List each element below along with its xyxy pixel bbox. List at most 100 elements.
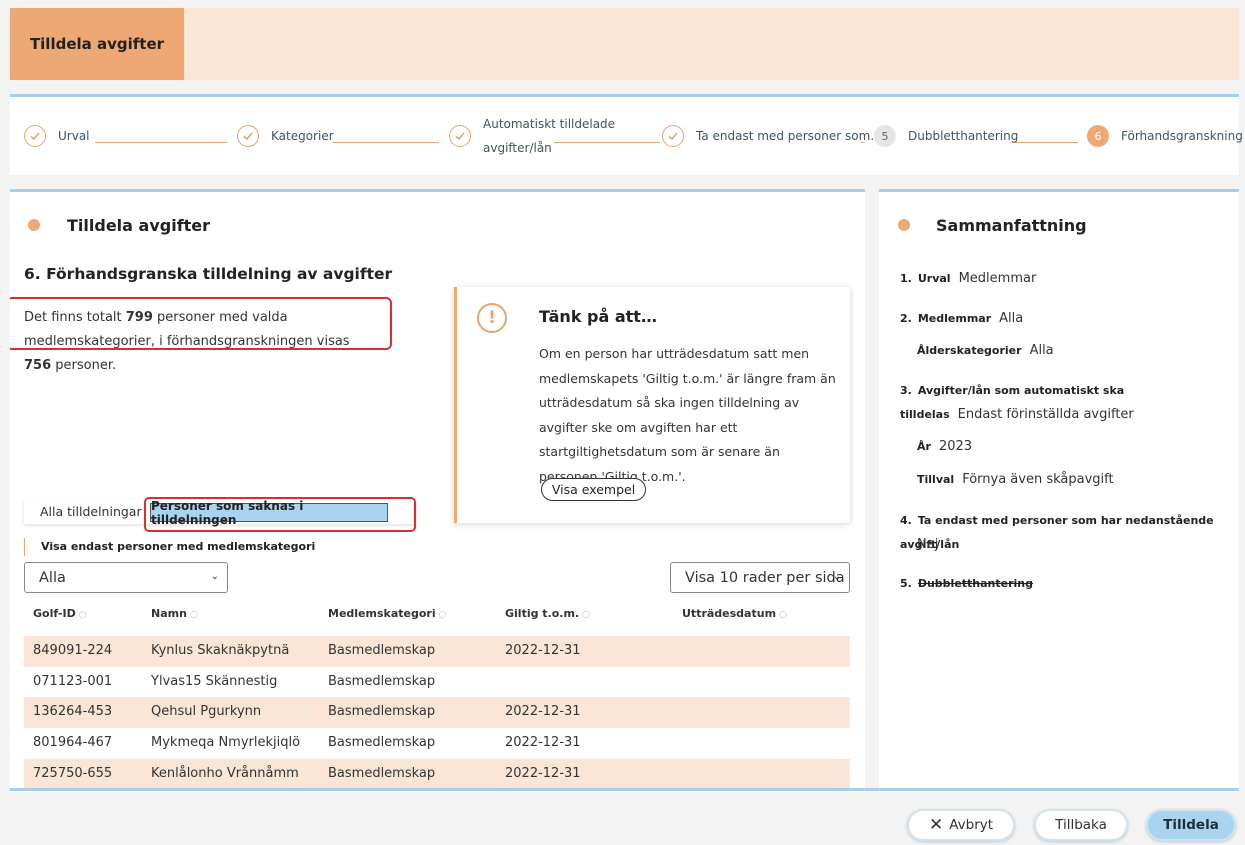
column-header-uttradesdatum[interactable]: Utträdesdatum ○: [682, 607, 787, 620]
show-example-button[interactable]: Visa exempel: [541, 478, 646, 501]
summary-dubbletthantering: 5. Dubbletthantering: [900, 572, 1041, 596]
summary-number: 5.: [900, 577, 912, 590]
summary-value: Förnya även skåpavgift: [962, 472, 1114, 487]
summary-key: Urval: [917, 272, 951, 285]
highlight-frame: [144, 497, 416, 532]
summary-tillval: Tillval Förnya även skåpavgift: [917, 468, 1114, 492]
step-connector: [1012, 142, 1078, 143]
step-ta-endast[interactable]: Ta endast med personer som…: [662, 97, 882, 175]
panel-title: Tilldela avgifter: [67, 216, 211, 235]
step-label: Kategorier: [271, 129, 334, 143]
cell-category: Basmedlemskap: [328, 704, 436, 719]
cell-name: Qehsul Pgurkynn: [151, 704, 262, 719]
category-select-value: Alla: [39, 569, 66, 586]
summary-key: Dubbletthantering: [917, 577, 1034, 590]
column-header-medlemskategori[interactable]: Medlemskategori ○: [328, 607, 446, 620]
summary-urval: 1. Urval Medlemmar: [900, 267, 1036, 291]
summary-value: 2023: [938, 439, 973, 454]
sort-icon: ○: [78, 610, 87, 620]
summary-number: 4.: [900, 514, 912, 527]
cell-valid-to: 2022-12-31: [505, 704, 581, 719]
table-row[interactable]: 849091-224 Kynlus Skaknäkpytnä Basmedlem…: [24, 636, 850, 667]
summary-ta-endast-value: Nej: [917, 537, 939, 552]
info-text: Det finns totalt 799 personer med valda …: [10, 297, 392, 373]
sort-icon: ○: [582, 610, 590, 620]
cell-golf-id: 801964-467: [33, 735, 113, 750]
exclamation-icon: !: [477, 303, 507, 333]
assign-button[interactable]: Tilldela: [1146, 809, 1236, 841]
step-number: 5: [874, 125, 896, 147]
callout-title: Tänk på att…: [539, 307, 657, 326]
step-dubbletthantering[interactable]: 5 Dubbletthantering: [874, 97, 1018, 175]
table-row[interactable]: 071123-001 Ylvas15 Skännestig Basmedlems…: [24, 667, 850, 698]
wizard-stepper: Urval Kategorier Automatiskt tilldelade …: [10, 94, 1243, 175]
total-count: 799: [125, 310, 153, 325]
step-label: Förhandsgranskning: [1121, 129, 1243, 143]
cell-valid-to: 2022-12-31: [505, 643, 581, 658]
summary-medlemmar: 2. Medlemmar Alla: [900, 307, 1023, 331]
column-header-giltig[interactable]: Giltig t.o.m. ○: [505, 607, 590, 620]
rows-per-page-select[interactable]: Visa 10 rader per sida ⌄: [670, 562, 850, 593]
header-tab: Tilldela avgifter: [10, 8, 184, 80]
check-icon: [237, 125, 259, 147]
check-icon: [449, 125, 471, 147]
footer-divider: [10, 788, 1239, 791]
summary-value: Alla: [999, 311, 1024, 326]
step-label-line1: Automatiskt tilldelade: [483, 117, 616, 131]
step-label: Automatiskt tilldelade avgifter/lån: [483, 112, 615, 160]
cell-valid-to: 2022-12-31: [505, 766, 581, 781]
rows-per-page-value: Visa 10 rader per sida: [685, 569, 845, 586]
column-header-label: Giltig t.o.m.: [505, 607, 580, 620]
table-row[interactable]: 725750-655 Kenlålonho Vrånnåmm Basmedlem…: [24, 759, 850, 790]
column-header-label: Medlemskategori: [328, 607, 436, 620]
page-header: Tilldela avgifter: [10, 8, 1239, 80]
tab-all-assignments[interactable]: Alla tilldelningar: [40, 504, 142, 519]
cell-golf-id: 849091-224: [33, 643, 113, 658]
section-title: 6. Förhandsgranska tilldelning av avgift…: [24, 265, 393, 283]
chevron-down-icon: ⌄: [832, 571, 841, 582]
back-button[interactable]: Tillbaka: [1034, 809, 1128, 841]
table-row[interactable]: 136264-453 Qehsul Pgurkynn Basmedlemskap…: [24, 697, 850, 728]
filter-label: Visa endast personer med medlemskategori: [24, 538, 315, 556]
step-label: Urval: [58, 129, 90, 143]
shown-count: 756: [24, 358, 52, 373]
back-label: Tillbaka: [1055, 817, 1107, 833]
table-row[interactable]: 801964-467 Mykmeqa Nmyrlekjiqlö Basmedle…: [24, 728, 850, 759]
cell-name: Ylvas15 Skännestig: [151, 674, 278, 689]
main-panel: Tilldela avgifter 6. Förhandsgranska til…: [10, 189, 865, 792]
info-text-part: personer.: [51, 358, 117, 373]
sort-icon: ○: [779, 610, 787, 620]
callout-text: Om en person har utträdesdatum satt men …: [539, 346, 836, 484]
sort-icon: ○: [438, 610, 447, 620]
close-icon: ✕: [928, 814, 944, 835]
column-header-golf-id[interactable]: Golf-ID ○: [33, 607, 87, 620]
step-automatiskt[interactable]: Automatiskt tilldelade avgifter/lån: [449, 97, 615, 175]
step-urval[interactable]: Urval: [24, 97, 90, 175]
check-icon: [24, 125, 46, 147]
column-header-label: Golf-ID: [33, 607, 76, 620]
column-header-namn[interactable]: Namn ○: [151, 607, 198, 620]
summary-key: År: [917, 440, 931, 453]
category-select[interactable]: Alla ⌄: [24, 562, 228, 593]
summary-value: Endast förinställda avgifter: [957, 407, 1134, 422]
cell-category: Basmedlemskap: [328, 735, 436, 750]
cell-valid-to: 2022-12-31: [505, 735, 581, 750]
summary-number: 1.: [900, 272, 912, 285]
cancel-button[interactable]: ✕ Avbryt: [907, 809, 1015, 841]
cell-name: Kenlålonho Vrånnåmm: [151, 766, 299, 781]
step-kategorier[interactable]: Kategorier: [237, 97, 334, 175]
summary-ta-endast: 4. Ta endast med personer som har nedanst…: [900, 509, 1230, 557]
bullet-dot: [28, 219, 40, 231]
assign-label: Tilldela: [1163, 817, 1219, 833]
step-forhandsgranskning[interactable]: 6 Förhandsgranskning: [1087, 97, 1243, 175]
summary-key: Ålderskategorier: [917, 344, 1022, 357]
summary-number: 2.: [900, 312, 912, 325]
column-header-label: Utträdesdatum: [682, 607, 777, 620]
bullet-dot: [898, 219, 910, 231]
cell-category: Basmedlemskap: [328, 643, 436, 658]
summary-key: Ta endast med personer som har nedanståe…: [900, 514, 1214, 551]
check-icon: [662, 125, 684, 147]
step-connector: [333, 142, 439, 143]
step-label: Ta endast med personer som…: [696, 129, 883, 143]
summary-key: Tillval: [917, 473, 955, 486]
